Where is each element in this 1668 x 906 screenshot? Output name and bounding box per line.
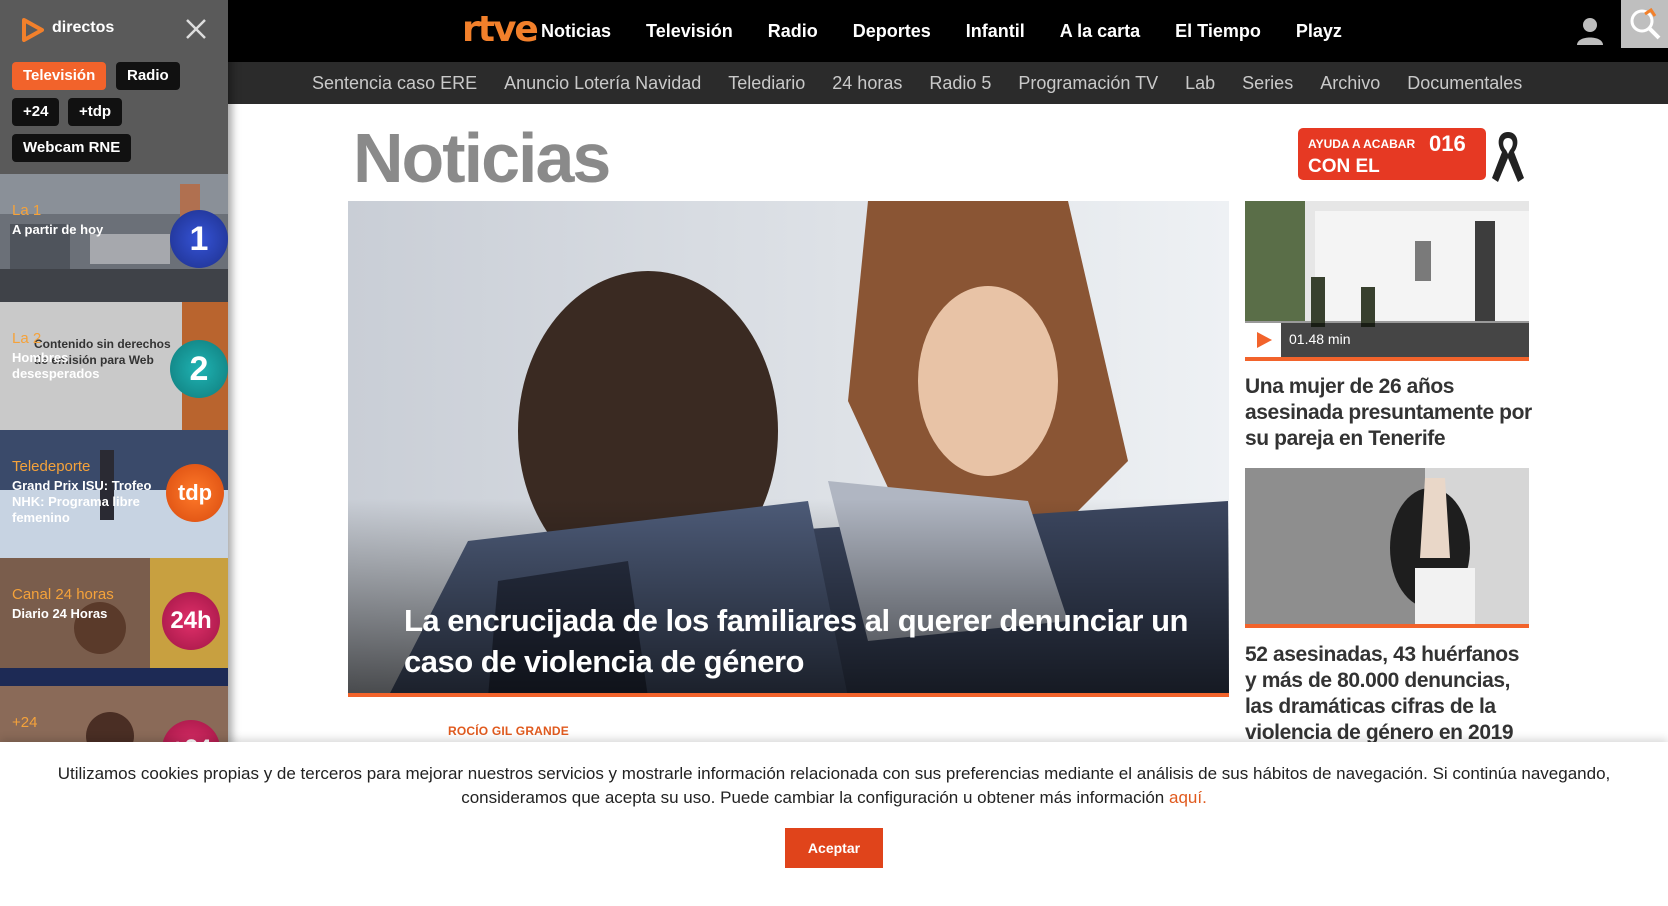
subnav-item[interactable]: Anuncio Lotería Navidad xyxy=(504,73,701,94)
accept-cookies-button[interactable]: Aceptar xyxy=(785,828,883,868)
side-article-2-image[interactable] xyxy=(1245,468,1529,628)
016-campaign-banner[interactable]: AYUDA A ACABAR 016 CON EL MALTRATO xyxy=(1298,128,1524,199)
banner-line-2: CON EL MALTRATO xyxy=(1308,156,1412,199)
video-duration: 01.48 min xyxy=(1289,331,1351,347)
channel-24-horas[interactable]: Canal 24 horas Diario 24 Horas 24h xyxy=(0,558,228,686)
channel-name: +24 xyxy=(12,714,38,731)
article-author[interactable]: ROCÍO GIL GRANDE xyxy=(448,724,569,738)
cookie-more-info-link[interactable]: aquí. xyxy=(1169,788,1207,807)
awareness-ribbon-icon xyxy=(1492,132,1524,182)
channel-la1[interactable]: La 1 A partir de hoy 1 xyxy=(0,174,228,302)
subnav-item[interactable]: Telediario xyxy=(728,73,805,94)
channel-name: La 2 xyxy=(12,330,42,347)
live-play-icon xyxy=(22,18,44,42)
close-icon[interactable] xyxy=(184,17,208,41)
nav-item-noticias[interactable]: Noticias xyxy=(541,21,611,42)
hero-article[interactable]: La encrucijada de los familiares al quer… xyxy=(348,201,1229,697)
cookie-text: Utilizamos cookies propias y de terceros… xyxy=(30,762,1638,810)
rtve-logo[interactable]: rtve xyxy=(462,10,539,50)
filter-tdp[interactable]: +tdp xyxy=(68,98,123,126)
filter-webcam-rne[interactable]: Webcam RNE xyxy=(12,134,132,162)
search-icon xyxy=(1630,7,1661,40)
channel-name: Teledeporte xyxy=(12,458,91,475)
nav-item-a-la-carta[interactable]: A la carta xyxy=(1060,21,1140,42)
subnav-item[interactable]: Programación TV xyxy=(1018,73,1158,94)
channel-badge-24h: 24h xyxy=(162,592,220,650)
filter-television[interactable]: Televisión xyxy=(12,62,107,90)
channel-program: Grand Prix ISU: Trofeo NHK: Programa lib… xyxy=(12,478,152,525)
nav-item-radio[interactable]: Radio xyxy=(768,21,818,42)
channel-badge-la1: 1 xyxy=(170,210,228,268)
nav-item-infantil[interactable]: Infantil xyxy=(966,21,1025,42)
channel-badge-la2: 2 xyxy=(170,340,228,398)
play-icon xyxy=(1257,332,1272,348)
banner-line-1: AYUDA A ACABAR xyxy=(1308,137,1416,151)
play-button[interactable] xyxy=(1245,323,1281,357)
subnav-item[interactable]: Archivo xyxy=(1320,73,1380,94)
filter-radio[interactable]: Radio xyxy=(116,62,180,90)
video-label: 01.48 min xyxy=(1245,323,1529,357)
cookie-banner: Utilizamos cookies propias y de terceros… xyxy=(0,742,1668,906)
nav-item-el-tiempo[interactable]: El Tiempo xyxy=(1175,21,1261,42)
nav-item-television[interactable]: Televisión xyxy=(646,21,733,42)
subnav-item[interactable]: Series xyxy=(1242,73,1293,94)
sidebar-header: directos Televisión Radio +24 +tdp Webca… xyxy=(0,0,228,174)
side-article-2-title[interactable]: 52 asesinadas, 43 huérfanos y más de 80.… xyxy=(1245,642,1535,746)
subnav-item[interactable]: Radio 5 xyxy=(929,73,991,94)
channel-name: La 1 xyxy=(12,202,42,219)
channel-badge-tdp: tdp xyxy=(166,464,224,522)
channel-teledeporte[interactable]: Teledeporte Grand Prix ISU: Trofeo NHK: … xyxy=(0,430,228,558)
nav-item-deportes[interactable]: Deportes xyxy=(853,21,931,42)
page: rtve Noticias Televisión Radio Deportes … xyxy=(0,0,1668,906)
side-article-1-image[interactable]: 01.48 min xyxy=(1245,201,1529,361)
channel-program: A partir de hoy xyxy=(12,222,104,237)
subnav-item[interactable]: Documentales xyxy=(1407,73,1522,94)
hero-headline[interactable]: La encrucijada de los familiares al quer… xyxy=(404,600,1204,682)
side-article-1-title[interactable]: Una mujer de 26 años asesinada presuntam… xyxy=(1245,374,1535,452)
top-nav-bar: rtve Noticias Televisión Radio Deportes … xyxy=(228,0,1668,62)
banner-number: 016 xyxy=(1429,131,1466,156)
channel-la2[interactable]: Contenido sin derechos de emisión para W… xyxy=(0,302,228,430)
article-thumbnail xyxy=(1245,468,1529,624)
user-icon[interactable] xyxy=(1575,17,1605,45)
cookie-message: Utilizamos cookies propias y de terceros… xyxy=(57,764,1611,807)
subnav-item[interactable]: Lab xyxy=(1185,73,1215,94)
subnav-item[interactable]: 24 horas xyxy=(832,73,902,94)
sidebar-title: directos xyxy=(52,19,115,36)
channel-name: Canal 24 horas xyxy=(12,586,114,603)
page-title: Noticias xyxy=(353,119,611,197)
secondary-nav: Sentencia caso ERE Anuncio Lotería Navid… xyxy=(228,62,1668,104)
subnav-item[interactable]: Sentencia caso ERE xyxy=(312,73,477,94)
channel-program: Diario 24 Horas xyxy=(12,606,108,621)
filter-24[interactable]: +24 xyxy=(12,98,60,126)
main-nav: Noticias Televisión Radio Deportes Infan… xyxy=(541,0,1377,62)
channel-program: Hombres desesperados xyxy=(12,350,100,381)
nav-item-playz[interactable]: Playz xyxy=(1296,21,1342,42)
search-button[interactable] xyxy=(1621,0,1668,48)
